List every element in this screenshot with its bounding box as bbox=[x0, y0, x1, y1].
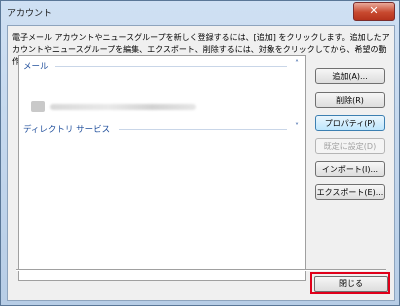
expand-chevron-icon[interactable]: ˅ bbox=[295, 122, 299, 131]
remove-button[interactable]: 削除(R) bbox=[315, 92, 385, 108]
group-label-mail: メール bbox=[23, 62, 49, 72]
accounts-list[interactable]: メール ˄ ディレクトリ サービス ˅ bbox=[18, 55, 306, 281]
group-label-directory: ディレクトリ サービス bbox=[23, 125, 111, 135]
close-button-highlight: 閉じる bbox=[310, 272, 390, 294]
properties-button[interactable]: プロパティ(P) bbox=[315, 115, 385, 131]
account-name-redacted bbox=[50, 104, 196, 110]
group-header-mail[interactable]: メール ˄ bbox=[23, 59, 299, 72]
group-header-directory[interactable]: ディレクトリ サービス ˅ bbox=[23, 122, 299, 135]
add-button[interactable]: 追加(A)... bbox=[315, 68, 385, 84]
accounts-dialog: アカウント ✕ 電子メール アカウントやニュースグループを新しく登録するには、[… bbox=[0, 0, 400, 306]
set-default-button[interactable]: 既定に設定(D) bbox=[315, 138, 385, 154]
title-bar: アカウント ✕ bbox=[1, 1, 399, 25]
group-divider bbox=[119, 129, 287, 130]
account-icon bbox=[31, 101, 45, 112]
mail-account-item[interactable] bbox=[31, 101, 201, 113]
export-button[interactable]: エクスポート(E)... bbox=[315, 184, 385, 200]
footer-separator bbox=[16, 269, 386, 271]
group-divider bbox=[55, 66, 287, 67]
close-button[interactable]: 閉じる bbox=[314, 276, 388, 292]
import-button[interactable]: インポート(I)... bbox=[315, 161, 385, 177]
collapse-chevron-icon[interactable]: ˄ bbox=[295, 59, 299, 68]
dialog-body: 電子メール アカウントやニュースグループを新しく登録するには、[追加] をクリッ… bbox=[7, 25, 395, 301]
window-title: アカウント bbox=[7, 9, 53, 19]
window-close-button[interactable]: ✕ bbox=[353, 2, 395, 21]
